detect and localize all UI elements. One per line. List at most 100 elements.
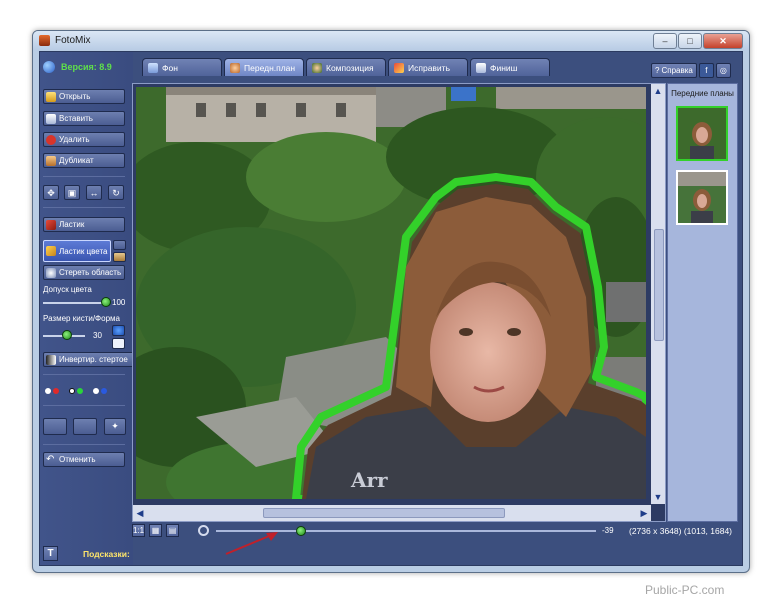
- duplicate-label: Дубликат: [59, 156, 94, 165]
- tab-finish[interactable]: Финиш: [470, 58, 550, 76]
- color-adjust-icon[interactable]: [73, 418, 97, 435]
- mode-radio-group: [45, 388, 107, 394]
- foregrounds-panel: Передние планы: [667, 83, 738, 522]
- undo-label: Отменить: [59, 455, 96, 464]
- tolerance-slider-knob[interactable]: [101, 297, 111, 307]
- tab-label: Исправить: [408, 62, 451, 73]
- scroll-down-icon[interactable]: ▼: [651, 490, 665, 504]
- zoom-1-1-button[interactable]: 1:1: [132, 524, 145, 537]
- left-toolbar: Версия: 8.9 Открыть Вставить Удалить Дуб…: [40, 52, 135, 565]
- help-button[interactable]: ? Справка: [651, 63, 697, 78]
- app-icon: [39, 35, 50, 46]
- tab-label: Фон: [162, 62, 178, 73]
- open-button[interactable]: Открыть: [43, 89, 125, 104]
- divider: [43, 176, 125, 177]
- brush-size-slider-knob[interactable]: [62, 330, 73, 340]
- square-brush-icon[interactable]: [112, 338, 125, 349]
- duplicate-button[interactable]: Дубликат: [43, 153, 125, 168]
- mode-radio-green[interactable]: [69, 388, 83, 394]
- tolerance-value: 100: [112, 298, 126, 307]
- brush-size-label: Размер кисти/Форма: [43, 314, 120, 323]
- photo-preview[interactable]: Arr: [136, 87, 646, 499]
- scroll-right-icon[interactable]: ▶: [637, 506, 651, 520]
- eraser-button[interactable]: Ластик: [43, 217, 125, 232]
- watermark: Public-PC.com: [645, 583, 725, 597]
- tab-fix[interactable]: Исправить: [388, 58, 468, 76]
- undo-button[interactable]: ↶ Отменить: [43, 452, 125, 467]
- facebook-icon[interactable]: f: [698, 63, 714, 78]
- flip-tool-icon[interactable]: ↔: [86, 185, 102, 200]
- horizontal-scrollbar[interactable]: ◀ ▶: [133, 505, 651, 521]
- tab-label: Финиш: [490, 62, 518, 73]
- scroll-left-icon[interactable]: ◀: [133, 506, 147, 520]
- zoom-magnifier-icon: [198, 525, 209, 536]
- color-wheel-icon[interactable]: [43, 418, 67, 435]
- erase-area-label: Стереть область: [59, 268, 122, 277]
- erase-area-icon: [46, 267, 56, 278]
- divider: [43, 207, 125, 208]
- zoom-value: -39: [602, 526, 614, 535]
- version-row: Версия: 8.9: [43, 60, 112, 74]
- round-brush-icon[interactable]: [112, 325, 125, 336]
- horizontal-scroll-thumb[interactable]: [263, 508, 505, 518]
- delete-button[interactable]: Удалить: [43, 132, 125, 147]
- open-folder-icon: [46, 91, 56, 102]
- move-tool-icon[interactable]: ✥: [43, 185, 59, 200]
- minimize-button[interactable]: –: [653, 33, 677, 49]
- image-canvas[interactable]: Arr ▲ ▼ ◀ ▶: [132, 83, 666, 522]
- erase-area-button[interactable]: Стереть область: [43, 265, 125, 280]
- scroll-up-icon[interactable]: ▲: [651, 84, 665, 98]
- foreground-thumbnail[interactable]: [676, 106, 728, 161]
- zoom-slider-knob[interactable]: [295, 526, 306, 536]
- insert-label: Вставить: [59, 114, 93, 123]
- swatch-icon[interactable]: [113, 252, 126, 262]
- foreground-thumbnail[interactable]: [676, 170, 728, 225]
- crop-tool-icon[interactable]: ▣: [64, 185, 80, 200]
- maximize-button[interactable]: □: [678, 33, 702, 49]
- svg-text:Arr: Arr: [350, 468, 388, 492]
- mode-radio-blue[interactable]: [93, 388, 107, 394]
- picker-icon[interactable]: [113, 240, 126, 250]
- delete-icon: [46, 134, 56, 145]
- main-tabs: Фон Передн.план Композиция Исправить Фин…: [142, 58, 550, 78]
- tolerance-slider[interactable]: [43, 302, 105, 304]
- window-title: FotoMix: [55, 35, 91, 46]
- tab-composition[interactable]: Композиция: [306, 58, 386, 76]
- mode-radio-red[interactable]: [45, 388, 59, 394]
- invert-icon: [46, 354, 56, 365]
- window-controls: – □ ✕: [653, 33, 743, 49]
- image-dimensions: (2736 x 3648) (1013, 1684): [629, 526, 733, 536]
- app-body: Версия: 8.9 Открыть Вставить Удалить Дуб…: [39, 51, 743, 566]
- fotomix-window: FotoMix – □ ✕ Версия: 8.9 Открыть Встави…: [32, 30, 750, 573]
- help-label: Справка: [661, 66, 693, 75]
- insert-button[interactable]: Вставить: [43, 111, 125, 126]
- close-button[interactable]: ✕: [703, 33, 743, 49]
- grid-view-icon[interactable]: ▤: [166, 524, 179, 537]
- foreground-tab-icon: [230, 62, 240, 73]
- rotate-tool-icon[interactable]: ↻: [108, 185, 124, 200]
- annotation-arrow: [225, 532, 278, 555]
- vertical-scroll-thumb[interactable]: [654, 229, 664, 341]
- hints-label: Подсказки:: [83, 549, 130, 559]
- divider: [43, 444, 125, 445]
- tab-foreground[interactable]: Передн.план: [224, 58, 304, 76]
- title-bar: FotoMix – □ ✕: [33, 31, 749, 51]
- hints-row: T Подсказки:: [43, 546, 243, 562]
- color-eraser-button[interactable]: Ластик цвета: [43, 240, 111, 262]
- color-eraser-label: Ластик цвета: [59, 246, 108, 256]
- fit-window-icon[interactable]: ▦: [149, 524, 162, 537]
- text-icon[interactable]: T: [43, 546, 58, 561]
- photo-scene: Arr: [136, 87, 646, 499]
- invert-erased-button[interactable]: Инвертир. стертое: [43, 352, 135, 367]
- vertical-scrollbar[interactable]: ▲ ▼: [651, 84, 665, 504]
- globe-icon: [43, 61, 55, 73]
- paste-icon: [46, 113, 56, 124]
- magic-wand-icon[interactable]: ✦: [104, 418, 126, 435]
- undo-icon: ↶: [46, 453, 55, 465]
- thumbnail-image: [678, 172, 726, 223]
- web-globe-icon[interactable]: ◎: [715, 63, 731, 78]
- eraser-icon: [46, 219, 56, 230]
- tab-background[interactable]: Фон: [142, 58, 222, 76]
- help-area: ? Справка f ◎: [651, 63, 731, 78]
- brush-size-value: 30: [93, 331, 102, 340]
